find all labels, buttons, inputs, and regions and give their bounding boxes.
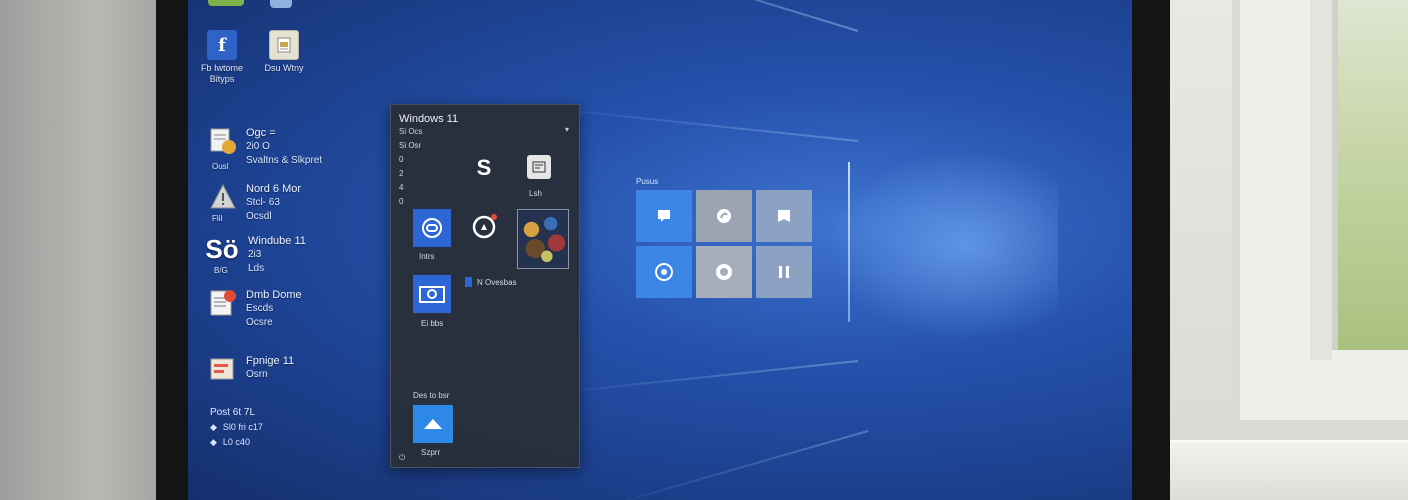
desktop-icon-label: Fb Iwtome [200, 63, 243, 73]
partial-icon[interactable] [208, 0, 244, 6]
warning-icon [208, 182, 238, 212]
cloud-icon [424, 419, 442, 429]
tile-flag[interactable] [756, 190, 812, 242]
folder-red-icon [208, 354, 238, 384]
inline-item-label: N Ovesbas [477, 277, 517, 287]
bottom-block-item: L0 c40 [222, 437, 250, 447]
tile-link[interactable] [413, 209, 451, 247]
list-item[interactable]: 0 [399, 153, 421, 166]
chat-icon [658, 210, 670, 222]
item-caption: Flil [212, 214, 223, 223]
item-detail: Svaltns & Slkpret [246, 155, 323, 166]
news-icon[interactable] [527, 155, 551, 179]
notes-icon [208, 288, 238, 318]
wallpaper-beam [475, 0, 859, 32]
start-menu: Windows 11 Si Ocs ▾ Si Osr 0 2 4 0 S Lsh… [390, 104, 580, 468]
desktop-item-folder[interactable]: Fpnige 11 Osrn [208, 354, 294, 384]
tile-edge[interactable] [696, 190, 752, 242]
start-menu-title: Windows 11 [399, 113, 459, 125]
pause-icon [779, 266, 789, 278]
s-logo-icon[interactable]: S [469, 153, 499, 183]
item-title: Dmb Dome [246, 289, 302, 301]
desktop-icon-facebook[interactable]: f Fb Iwtome Bityps [196, 30, 248, 85]
inline-item-icon [465, 277, 472, 287]
start-menu-subtitle: Si Ocs [399, 127, 423, 136]
tile-pinned[interactable] [413, 405, 453, 443]
disc-icon [655, 263, 673, 281]
item-title: Fpnige 11 [246, 355, 295, 367]
list-header: Si Osr [399, 141, 422, 150]
item-title: Nord 6 Mor [246, 183, 302, 195]
partial-icon[interactable] [270, 0, 292, 8]
desktop-icon-label: Dsu Wtny [264, 63, 304, 73]
bottom-block-row[interactable]: ◆ L0 c40 [210, 435, 263, 450]
alarm-icon [472, 214, 497, 239]
bottom-block-title: Post 6t 7L [210, 407, 256, 418]
item-subtitle: Osrn [246, 369, 268, 380]
tile-camera[interactable] [413, 275, 451, 313]
edge-icon [717, 209, 731, 223]
desktop-bottom-block: Post 6t 7L ◆ Sl0 fri c17 ◆ L0 c40 [210, 406, 263, 450]
tile-search[interactable] [696, 246, 752, 298]
bullet-icon: ◆ [210, 422, 217, 432]
photo-icon [518, 210, 568, 268]
pinned-header: Des to bsr [413, 391, 450, 400]
window-glass [1332, 0, 1408, 350]
tile-alarm[interactable] [469, 211, 499, 241]
item-detail: Ocsre [246, 317, 273, 328]
so-icon: Sö [205, 233, 239, 264]
document-icon [269, 30, 299, 60]
item-subtitle: 2i3 [248, 249, 262, 260]
item-detail: Lds [248, 263, 265, 274]
list-item[interactable]: 4 [399, 181, 421, 194]
wallpaper-glow [828, 150, 1058, 340]
tile-pause[interactable] [756, 246, 812, 298]
wallpaper-beam-vertical [848, 162, 850, 322]
room-wall-left [0, 0, 160, 500]
camera-icon [419, 286, 445, 303]
tile-disc[interactable] [636, 246, 692, 298]
flag-icon [778, 210, 790, 222]
bullet-icon: ◆ [210, 437, 217, 447]
item-caption: B/G [214, 266, 228, 275]
bottom-block-row[interactable]: ◆ Sl0 fri c17 [210, 420, 263, 435]
power-icon[interactable]: ⏻ [399, 453, 405, 463]
item-detail: Ocsdl [246, 211, 272, 222]
start-menu-number-list: Si Osr 0 2 4 0 [399, 139, 421, 208]
desktop-icon-label: Bityps [209, 74, 235, 84]
search-ring-icon [716, 264, 732, 280]
tile-photo[interactable] [517, 209, 569, 269]
desktop-item-notes[interactable]: Dmb Dome Escds Ocsre [208, 288, 302, 330]
chevron-down-icon[interactable]: ▾ [565, 125, 569, 134]
tile-label: Szprr [421, 448, 441, 457]
inline-item[interactable]: N Ovesbas [465, 277, 517, 287]
list-item[interactable]: 2 [399, 167, 421, 180]
files-icon [208, 126, 238, 156]
bottom-block-item: Sl0 fri c17 [222, 422, 263, 432]
window-sill [1168, 440, 1408, 500]
item-caption: Ousl [212, 162, 229, 171]
list-item[interactable]: 0 [399, 195, 421, 208]
tile-chat[interactable] [636, 190, 692, 242]
item-title: Windube 11 [248, 235, 306, 247]
tile-label: Ei bbs [421, 319, 444, 328]
item-title: Ogc = [246, 127, 276, 139]
window-mullion [1310, 0, 1332, 360]
wallpaper-beam [588, 430, 869, 500]
tile-label: Lsh [529, 189, 542, 198]
item-subtitle: Escds [246, 303, 274, 314]
facebook-icon: f [207, 30, 237, 60]
link-icon [422, 218, 442, 238]
desktop-icon-document[interactable]: Dsu Wtny [256, 30, 312, 74]
item-subtitle: 2i0 O [246, 141, 270, 152]
item-subtitle: Stcl- 63 [246, 197, 280, 208]
tile-group-label: Pusus [636, 177, 659, 186]
tile-label: Intrs [419, 252, 435, 261]
